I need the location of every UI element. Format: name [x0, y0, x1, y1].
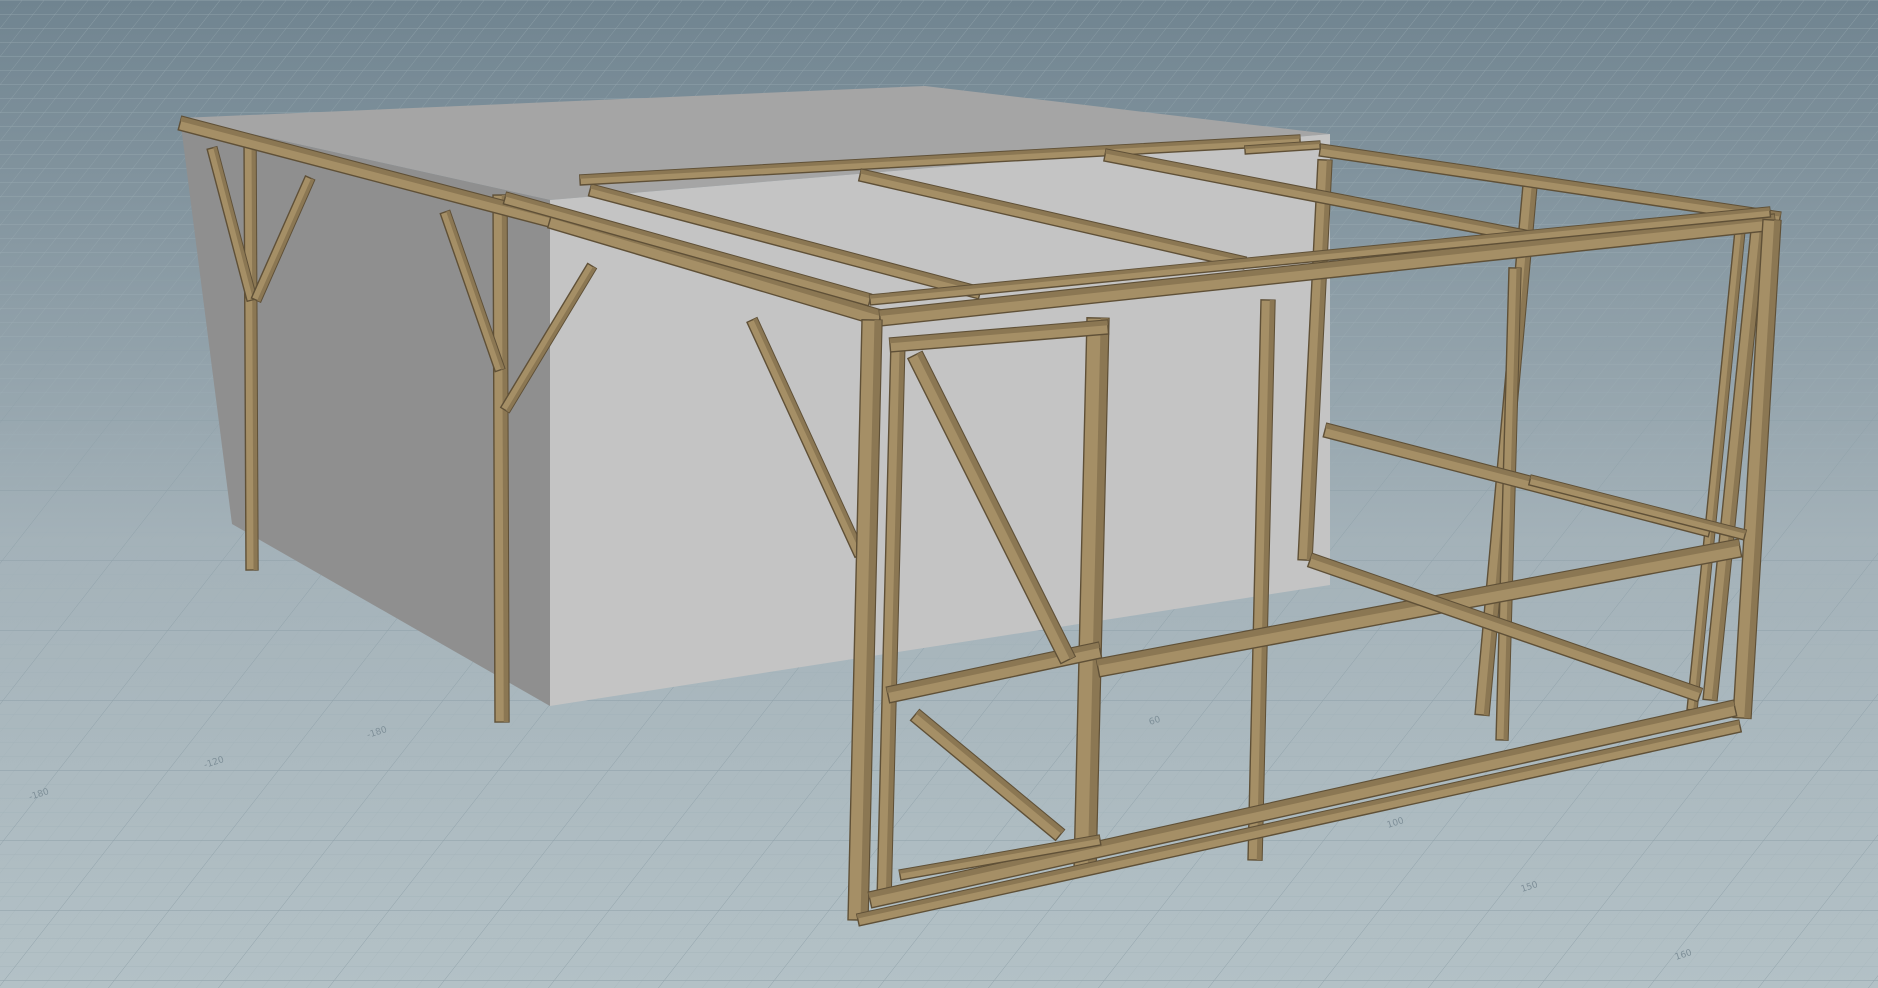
timber-beam-shade: [251, 139, 258, 570]
timber-beam-shade: [501, 194, 509, 722]
scene-canvas[interactable]: -180 -120 -180 60 100 150 160: [0, 0, 1878, 988]
3d-viewport[interactable]: -180 -120 -180 60 100 150 160: [0, 0, 1878, 988]
